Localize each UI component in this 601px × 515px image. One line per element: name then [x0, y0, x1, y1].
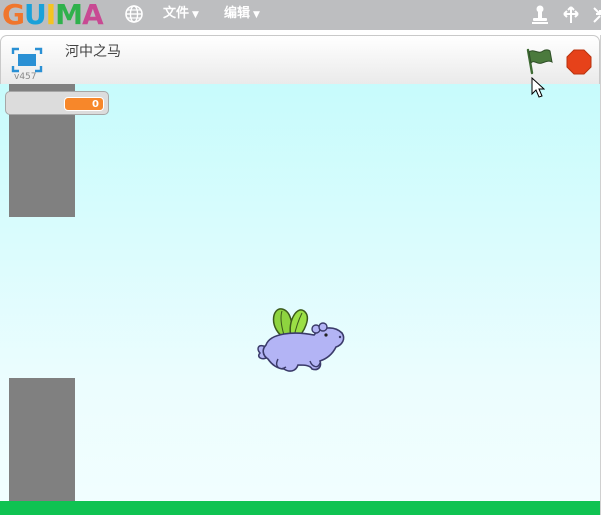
logo-letter: M — [55, 0, 83, 31]
chevron-down-icon: ▼ — [253, 10, 260, 20]
presentation-mode-icon[interactable] — [11, 47, 43, 73]
version-label: v457 — [14, 72, 37, 82]
green-flag-icon[interactable] — [523, 46, 553, 76]
variable-value: 0 — [64, 97, 104, 111]
stop-icon[interactable] — [566, 49, 592, 75]
mouse-cursor-icon — [531, 77, 545, 98]
shrink-icon[interactable] — [592, 4, 601, 26]
ground — [0, 501, 600, 515]
logo-letter: I — [45, 0, 56, 31]
bottom-pipe — [9, 378, 75, 515]
stamp-icon[interactable] — [530, 4, 550, 26]
grow-icon[interactable] — [561, 4, 581, 26]
guima-logo[interactable]: G U I M A — [2, 0, 104, 31]
file-menu-label: 文件 — [163, 6, 190, 21]
project-title[interactable]: 河中之马 — [65, 43, 121, 61]
chevron-down-icon: ▼ — [192, 10, 199, 20]
logo-letter: A — [82, 0, 104, 31]
logo-letter: U — [23, 0, 47, 31]
globe-icon[interactable] — [124, 4, 144, 24]
variable-monitor[interactable]: 0 — [5, 91, 109, 115]
menu-bar: G U I M A 文件 ▼ 编辑 ▼ — [0, 0, 601, 30]
logo-letter: G — [2, 0, 25, 31]
stage[interactable]: 0 — [0, 84, 600, 515]
file-menu[interactable]: 文件 ▼ — [163, 6, 199, 23]
edit-menu[interactable]: 编辑 ▼ — [224, 6, 260, 23]
flying-hippo-sprite[interactable] — [254, 305, 346, 377]
edit-menu-label: 编辑 — [224, 6, 251, 21]
